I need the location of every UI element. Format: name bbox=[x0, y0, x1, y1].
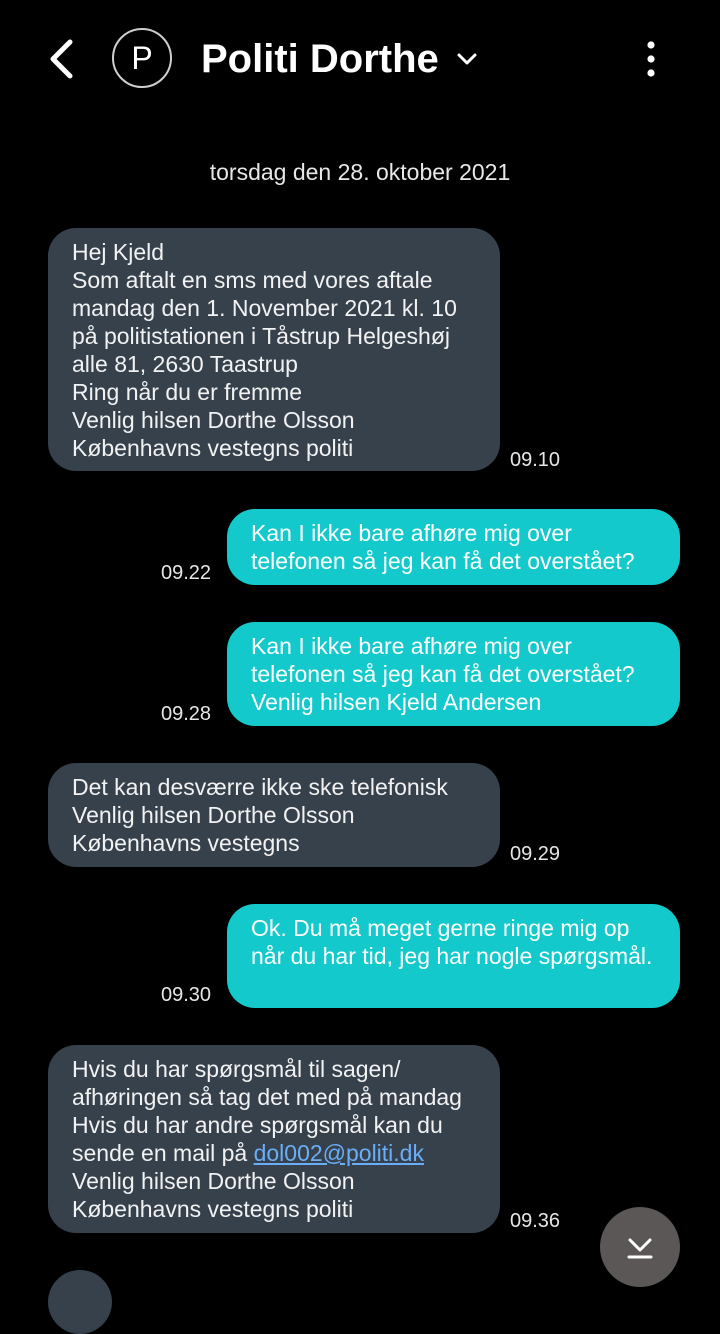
chevron-down-icon bbox=[457, 53, 477, 65]
contact-name[interactable]: Politi Dorthe bbox=[201, 34, 439, 84]
next-message-avatar bbox=[48, 1270, 112, 1334]
message-text: Venlig hilsen Dorthe Olsson Københavns v… bbox=[72, 1168, 355, 1222]
incoming-message-bubble[interactable]: Hej Kjeld Som aftalt en sms med vores af… bbox=[48, 228, 500, 471]
message-time: 09.10 bbox=[510, 449, 561, 471]
back-arrow-icon bbox=[50, 39, 73, 79]
email-link[interactable]: dol002@politi.dk bbox=[254, 1140, 424, 1166]
outgoing-message-bubble[interactable]: Kan I ikke bare afhøre mig over telefone… bbox=[227, 622, 680, 726]
more-options-button[interactable] bbox=[636, 38, 666, 80]
date-separator: torsdag den 28. oktober 2021 bbox=[209, 159, 511, 185]
message-time: 09.36 bbox=[510, 1210, 561, 1232]
outgoing-message-bubble[interactable]: Ok. Du må meget gerne ringe mig op når d… bbox=[227, 904, 680, 1008]
message-time: 09.29 bbox=[510, 843, 561, 865]
scroll-down-icon bbox=[627, 1238, 653, 1259]
incoming-message-bubble[interactable]: Det kan desværre ikke ske telefonisk Ven… bbox=[48, 763, 500, 867]
outgoing-message-bubble[interactable]: Kan I ikke bare afhøre mig over telefone… bbox=[227, 509, 680, 585]
avatar-letter: P bbox=[131, 39, 153, 76]
message-time: 09.28 bbox=[161, 703, 212, 725]
contact-details-toggle[interactable] bbox=[454, 48, 480, 70]
incoming-message-bubble[interactable]: Hvis du har spørgsmål til sagen/ afhørin… bbox=[48, 1045, 500, 1233]
back-button[interactable] bbox=[38, 36, 88, 82]
contact-avatar[interactable]: P bbox=[112, 28, 172, 88]
message-time: 09.30 bbox=[161, 984, 212, 1006]
message-time: 09.22 bbox=[161, 562, 212, 584]
conversation-header: P Politi Dorthe bbox=[0, 0, 720, 120]
scroll-to-bottom-button[interactable] bbox=[600, 1207, 680, 1287]
more-vertical-icon bbox=[647, 41, 655, 77]
